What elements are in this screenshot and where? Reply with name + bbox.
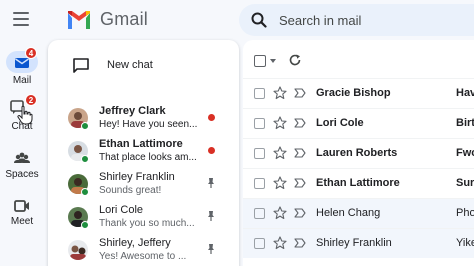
spaces-icon: [14, 152, 30, 163]
chat-list-item[interactable]: Shirley, Jeffery Yes! Awesome to ...: [48, 234, 239, 266]
row-checkbox[interactable]: [254, 148, 265, 159]
mail-subject: Sur: [456, 177, 474, 189]
mail-row[interactable]: Helen Chang Pho: [243, 198, 474, 228]
mail-sender: Lauren Roberts: [316, 147, 398, 159]
mail-badge: 4: [25, 47, 37, 59]
select-all-checkbox[interactable]: [254, 55, 266, 67]
chat-snippet: Hey! Have you seen...: [99, 119, 198, 130]
select-dropdown-icon[interactable]: [270, 59, 276, 63]
important-marker-icon[interactable]: [294, 88, 306, 98]
star-icon[interactable]: [273, 86, 287, 100]
rail-item-meet[interactable]: Meet: [0, 193, 44, 233]
mail-subject: Yike: [456, 237, 474, 249]
rail-label-meet: Meet: [10, 216, 34, 227]
row-checkbox[interactable]: [254, 238, 265, 249]
rail-item-chat[interactable]: 2 Chat: [0, 92, 44, 136]
new-chat-button[interactable]: New chat: [56, 48, 231, 82]
online-indicator: [81, 221, 89, 229]
mail-subject: Hav: [456, 87, 474, 99]
mail-sender: Ethan Lattimore: [316, 177, 400, 189]
star-icon[interactable]: [273, 236, 287, 250]
mail-subject: Fwo: [456, 147, 474, 159]
menu-line: [13, 12, 29, 14]
group-avatar: [68, 240, 88, 260]
unread-dot: [208, 114, 215, 121]
chat-snippet: Thank you so much...: [99, 218, 195, 229]
chat-contact-name: Jeffrey Clark: [99, 105, 166, 117]
important-marker-icon[interactable]: [294, 208, 306, 218]
unread-dot: [208, 147, 215, 154]
chat-list-item[interactable]: Shirley Franklin Sounds great!: [48, 168, 239, 201]
menu-line: [13, 18, 29, 20]
pin-icon[interactable]: [206, 177, 216, 189]
chat-contact-name: Lori Cole: [99, 204, 144, 216]
rail-label-chat: Chat: [11, 121, 33, 132]
important-marker-icon[interactable]: [294, 238, 306, 248]
search-bar[interactable]: Search in mail: [239, 4, 474, 36]
chat-snippet: Sounds great!: [99, 185, 162, 196]
chat-snippet: That place looks am...: [99, 152, 197, 163]
new-chat-icon: [73, 58, 89, 73]
star-icon[interactable]: [273, 146, 287, 160]
mail-list-panel: Gracie Bishop Hav Lori Cole Birt Lauren …: [243, 40, 474, 266]
mail-row[interactable]: Gracie Bishop Hav: [243, 78, 474, 108]
row-checkbox[interactable]: [254, 208, 265, 219]
search-input[interactable]: Search in mail: [279, 13, 361, 28]
chat-contact-name: Ethan Lattimore: [99, 138, 183, 150]
rail-label-spaces: Spaces: [5, 169, 39, 180]
row-checkbox[interactable]: [254, 178, 265, 189]
search-icon[interactable]: [251, 12, 267, 28]
star-icon[interactable]: [273, 176, 287, 190]
rail-item-mail[interactable]: 4 Mail: [0, 46, 44, 90]
star-icon[interactable]: [273, 116, 287, 130]
rail-label-mail: Mail: [12, 75, 32, 86]
row-checkbox[interactable]: [254, 88, 265, 99]
mail-sender: Shirley Franklin: [316, 237, 392, 249]
mail-sender: Lori Cole: [316, 117, 364, 129]
mail-subject: Pho: [456, 207, 474, 219]
chat-panel: New chat Jeffrey Clark Hey! Have you see…: [48, 40, 239, 266]
chat-snippet: Yes! Awesome to ...: [99, 251, 187, 262]
menu-line: [13, 24, 29, 26]
mail-sender: Gracie Bishop: [316, 87, 391, 99]
row-checkbox[interactable]: [254, 118, 265, 129]
mail-subject: Birt: [456, 117, 474, 129]
gmail-logo-icon: [68, 11, 90, 29]
important-marker-icon[interactable]: [294, 118, 306, 128]
important-marker-icon[interactable]: [294, 148, 306, 158]
main-menu-button[interactable]: [13, 12, 29, 26]
online-indicator: [81, 122, 89, 130]
refresh-icon[interactable]: [288, 53, 302, 67]
star-icon[interactable]: [273, 206, 287, 220]
mail-row[interactable]: Lori Cole Birt: [243, 108, 474, 138]
mail-row[interactable]: Ethan Lattimore Sur: [243, 168, 474, 198]
important-marker-icon[interactable]: [294, 178, 306, 188]
meet-icon: [14, 200, 29, 212]
chat-badge: 2: [25, 94, 37, 106]
mail-row[interactable]: Lauren Roberts Fwo: [243, 138, 474, 168]
chat-list-item[interactable]: Jeffrey Clark Hey! Have you seen...: [48, 102, 239, 135]
chat-contact-name: Shirley, Jeffery: [99, 237, 171, 249]
new-chat-label: New chat: [107, 59, 153, 71]
mail-sender: Helen Chang: [316, 207, 381, 219]
online-indicator: [81, 188, 89, 196]
chat-contact-name: Shirley Franklin: [99, 171, 175, 183]
online-indicator: [81, 155, 89, 163]
pin-icon[interactable]: [206, 210, 216, 222]
pin-icon[interactable]: [206, 243, 216, 255]
app-name: Gmail: [100, 9, 149, 29]
mail-row[interactable]: Shirley Franklin Yike: [243, 228, 474, 258]
chat-list-item[interactable]: Ethan Lattimore That place looks am...: [48, 135, 239, 168]
chat-list-item[interactable]: Lori Cole Thank you so much...: [48, 201, 239, 234]
rail-item-spaces[interactable]: Spaces: [0, 146, 44, 186]
